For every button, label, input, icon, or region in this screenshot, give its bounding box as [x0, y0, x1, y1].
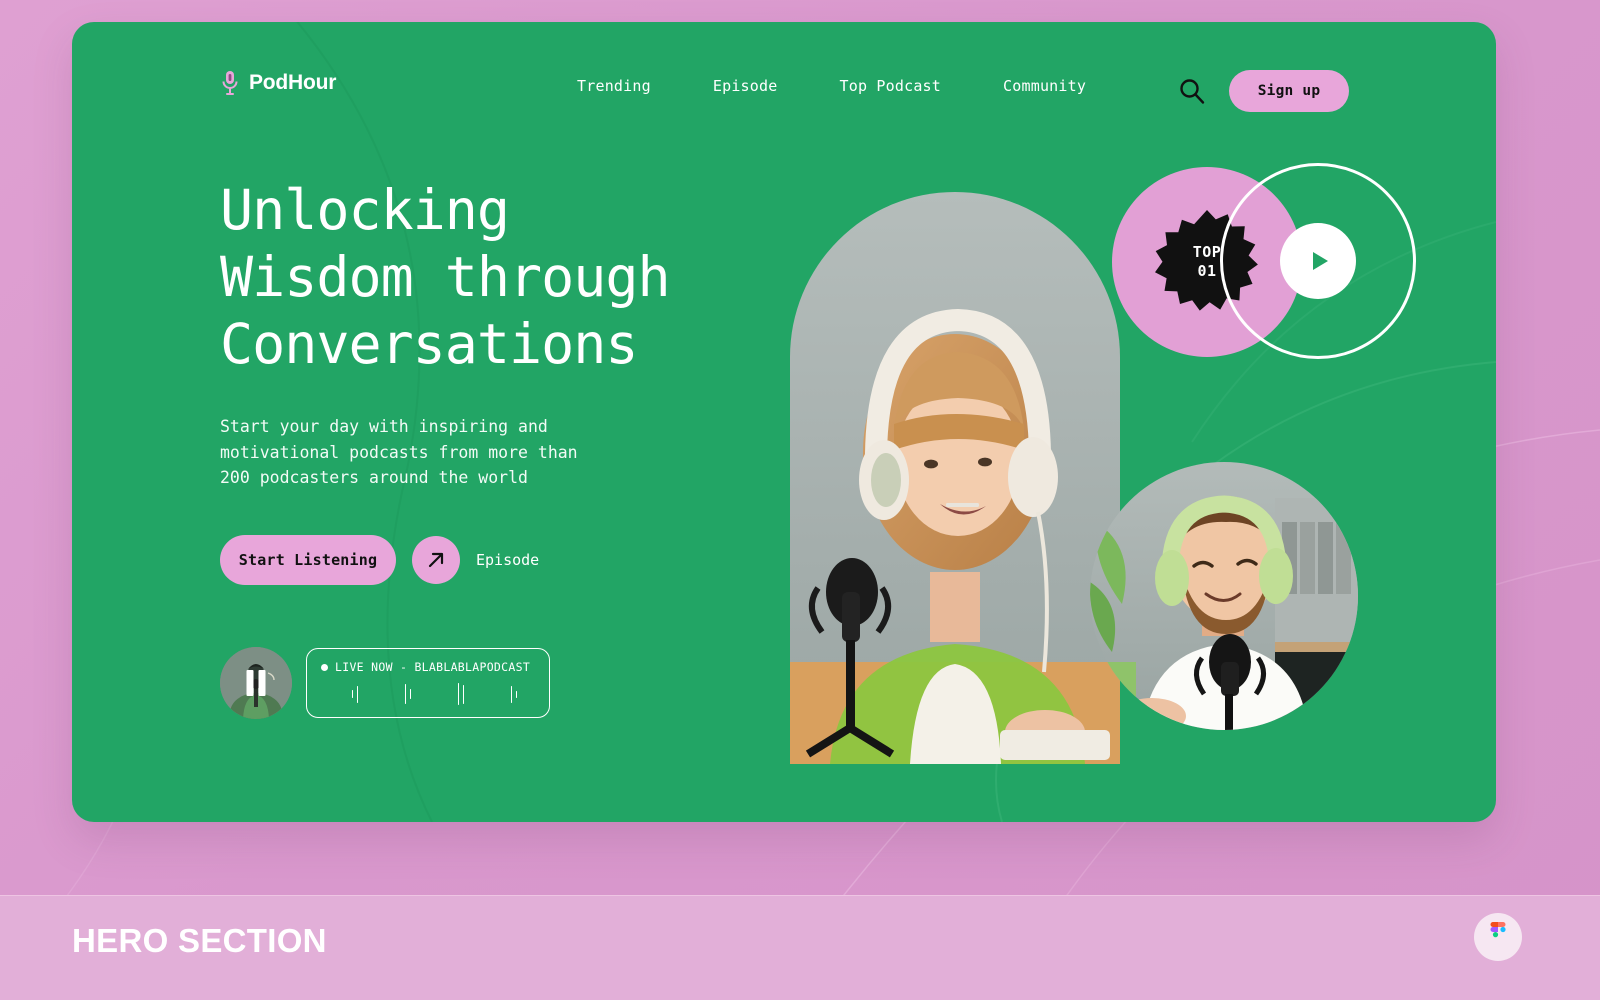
- start-listening-button[interactable]: Start Listening: [220, 534, 396, 585]
- cta-row: Start Listening Episode: [220, 534, 840, 585]
- hero-subtitle: Start your day with inspiring and motiva…: [220, 417, 578, 487]
- pause-icon: [246, 670, 266, 696]
- nav-link-episode[interactable]: Episode: [713, 77, 778, 95]
- arrow-up-right-icon: [428, 552, 444, 567]
- play-icon: [1313, 252, 1328, 270]
- sign-up-button[interactable]: Sign up: [1229, 70, 1349, 112]
- player-pause-button[interactable]: [220, 647, 292, 719]
- live-player: LIVE NOW - BLABLABLAPODCAST: [220, 647, 550, 719]
- episode-link[interactable]: Episode: [476, 551, 539, 569]
- play-button[interactable]: [1220, 163, 1416, 359]
- live-status-row: LIVE NOW - BLABLABLAPODCAST: [321, 660, 535, 674]
- brand-name: PodHour: [249, 71, 337, 94]
- hero-card: PodHour Trending Episode Top Podcast Com…: [72, 22, 1496, 822]
- nav-link-community[interactable]: Community: [1003, 77, 1086, 95]
- audio-waveform[interactable]: [321, 681, 535, 707]
- brand-logo[interactable]: PodHour: [220, 70, 336, 96]
- host-photo-secondary: [1090, 462, 1358, 730]
- microphone-icon: [222, 71, 238, 95]
- live-indicator-dot: [321, 663, 328, 671]
- live-status-label: LIVE NOW - BLABLABLAPODCAST: [335, 660, 531, 674]
- navbar: PodHour Trending Episode Top Podcast Com…: [72, 22, 1496, 152]
- figma-logo-icon: [1490, 922, 1506, 938]
- caption-title: HERO SECTION: [72, 922, 327, 959]
- figma-badge[interactable]: [1474, 913, 1522, 961]
- nav-links: Trending Episode Top Podcast Community: [577, 77, 1086, 95]
- hero-text-column: Unlocking Wisdom through Conversations S…: [220, 177, 840, 585]
- caption-bar: HERO SECTION: [0, 895, 1600, 1000]
- search-icon: [1180, 79, 1205, 104]
- search-button[interactable]: [1177, 76, 1207, 106]
- nav-link-top-podcast[interactable]: Top Podcast: [839, 77, 941, 95]
- player-status-box: LIVE NOW - BLABLABLAPODCAST: [306, 648, 550, 718]
- nav-link-trending[interactable]: Trending: [577, 77, 651, 95]
- episode-arrow-button[interactable]: [412, 535, 460, 584]
- play-button-inner: [1280, 223, 1356, 299]
- page-title: Unlocking Wisdom through Conversations: [220, 178, 671, 376]
